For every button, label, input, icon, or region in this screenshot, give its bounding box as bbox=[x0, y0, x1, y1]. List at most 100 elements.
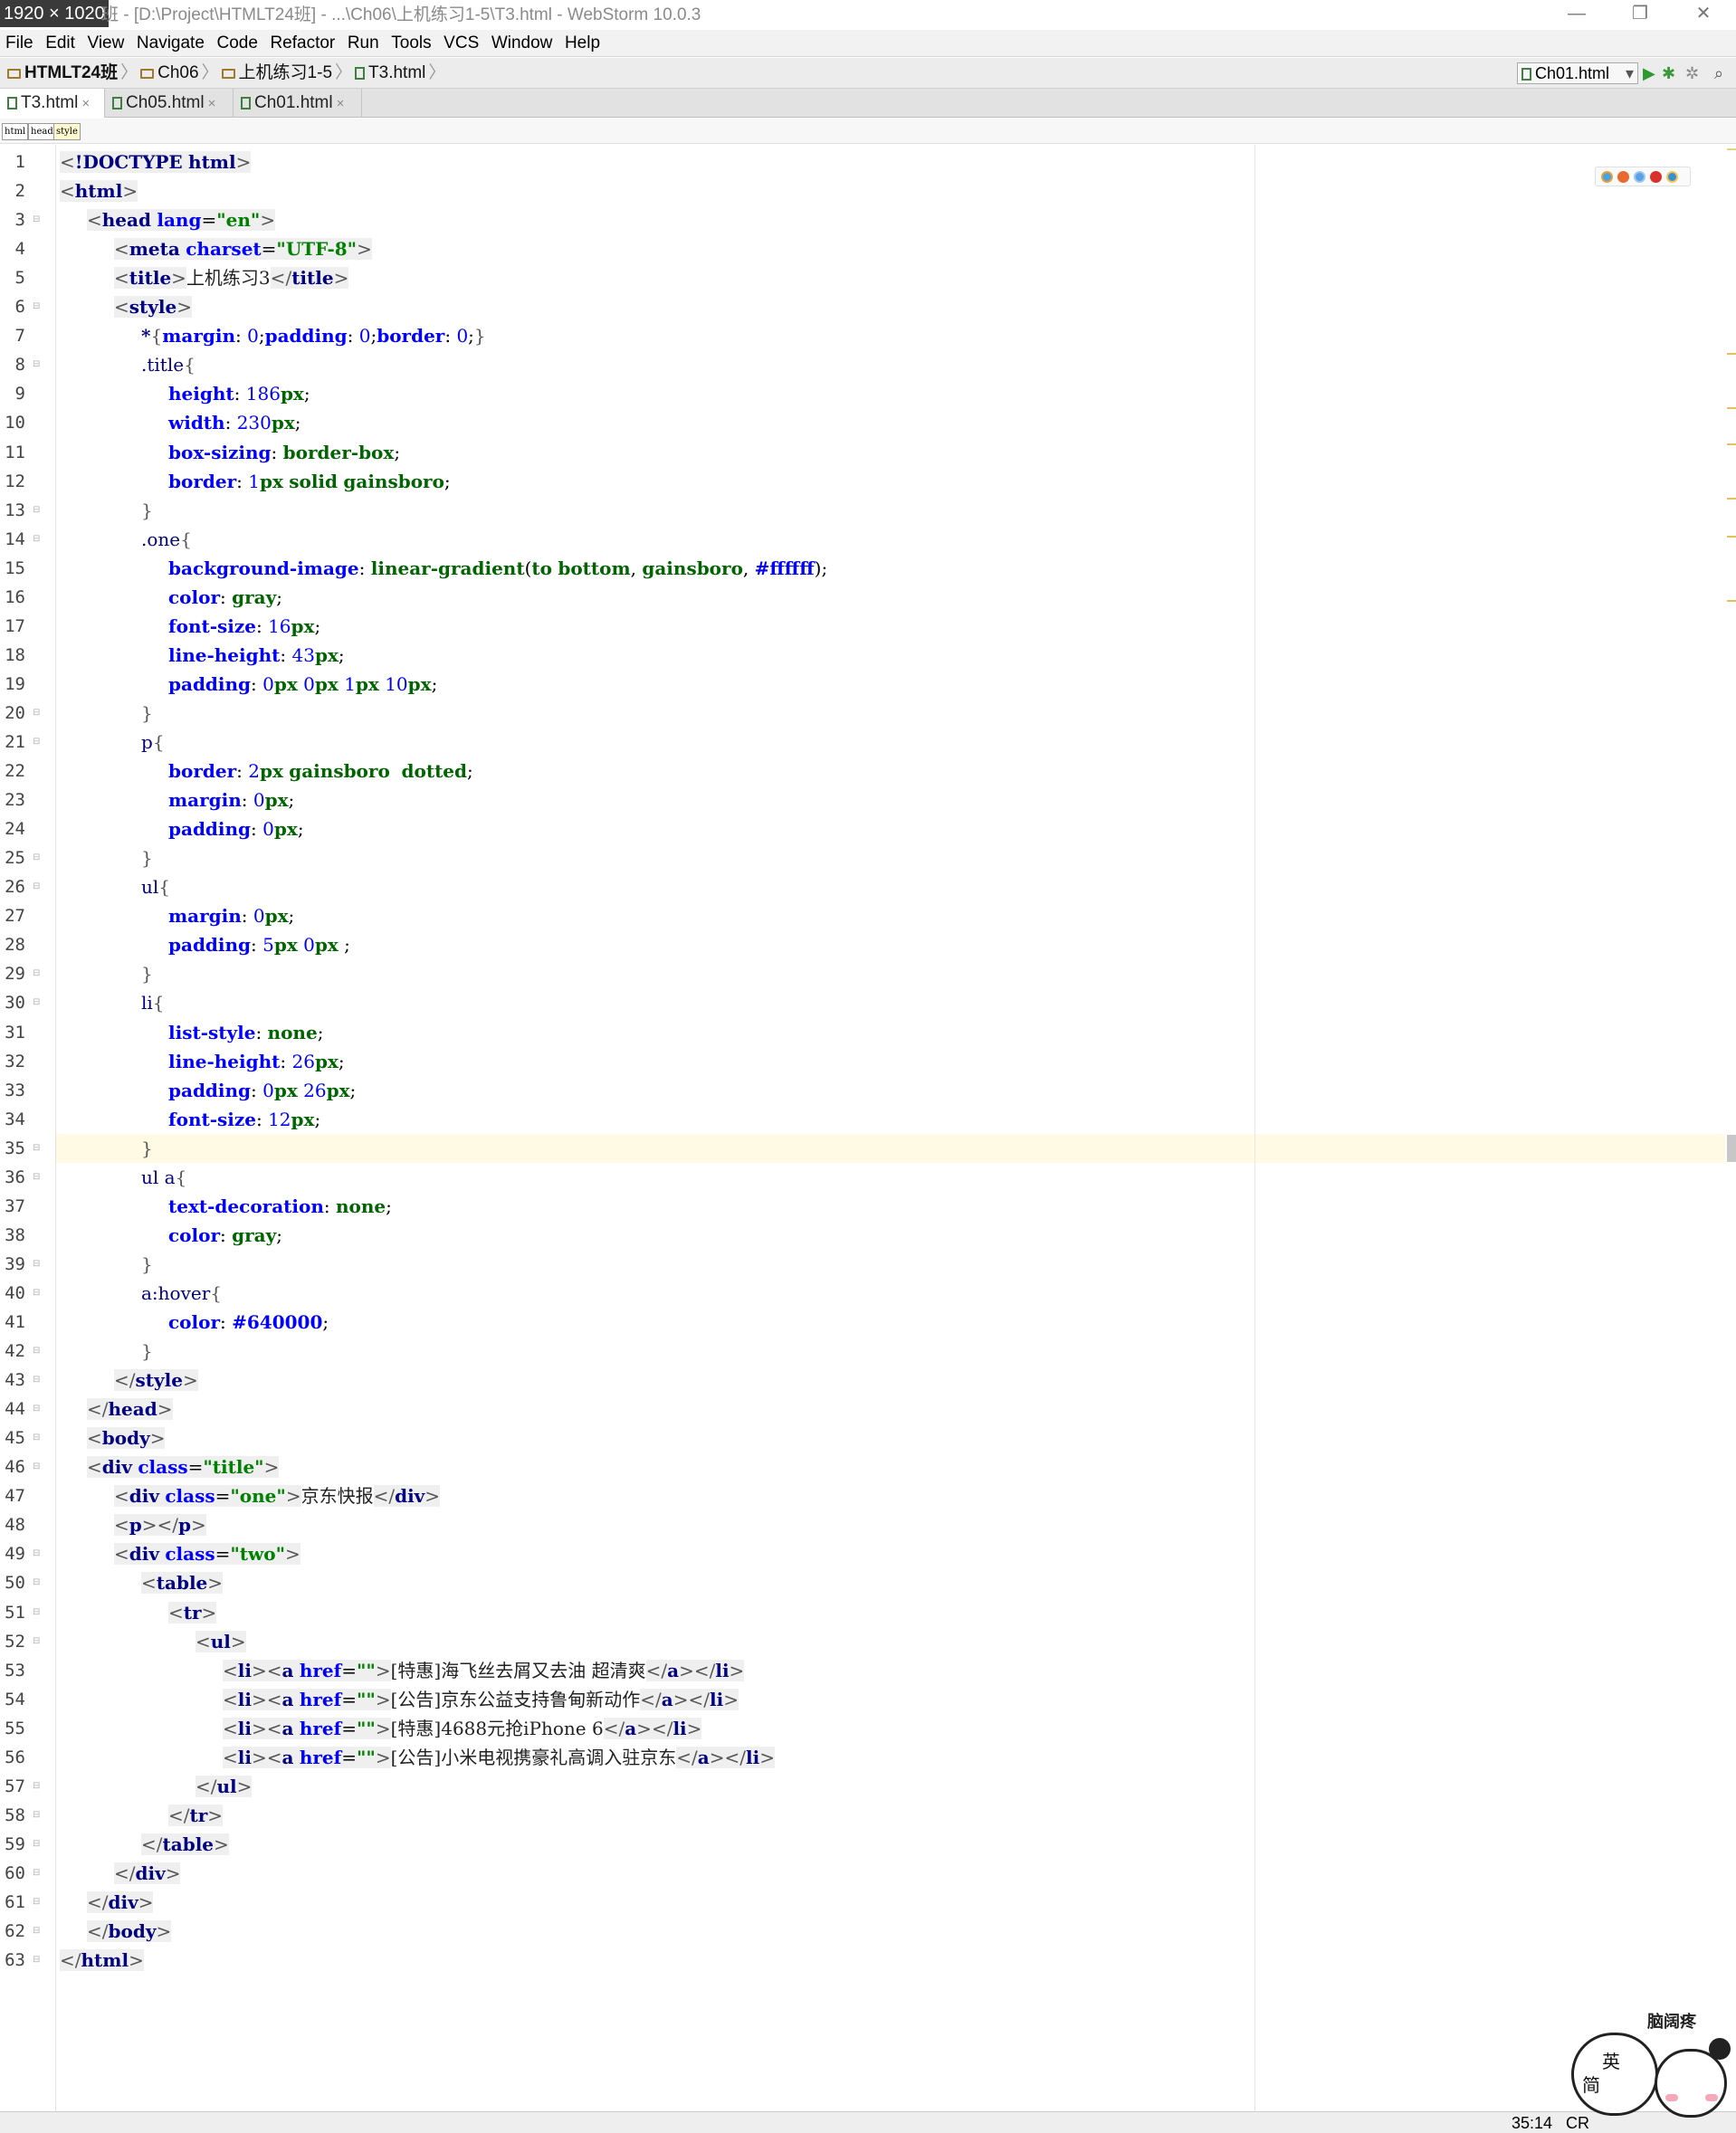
fold-marker-icon[interactable]: ⊟ bbox=[33, 205, 42, 234]
close-icon[interactable]: × bbox=[208, 96, 216, 111]
menu-navigate[interactable]: Navigate bbox=[133, 30, 208, 57]
fold-marker-icon[interactable]: ⊟ bbox=[33, 1452, 42, 1481]
code-text: } bbox=[141, 1252, 153, 1275]
fold-marker-icon[interactable]: ⊟ bbox=[33, 1801, 42, 1830]
code-text: margin: 0px; bbox=[168, 905, 295, 928]
fold-marker-icon[interactable]: ⊟ bbox=[33, 1830, 42, 1859]
menu-run[interactable]: Run bbox=[344, 30, 383, 57]
code-text: </div> bbox=[114, 1862, 181, 1884]
menu-view[interactable]: View bbox=[84, 30, 129, 57]
fold-marker-icon[interactable]: ⊟ bbox=[33, 1598, 42, 1627]
fold-marker-icon[interactable]: ⊟ bbox=[33, 1134, 42, 1163]
ie-icon[interactable] bbox=[1666, 171, 1678, 183]
fold-marker-icon[interactable]: ⊟ bbox=[33, 1337, 42, 1366]
close-button[interactable]: ✕ bbox=[1676, 0, 1731, 30]
tab-t3-html[interactable]: T3.html × bbox=[0, 89, 105, 118]
line-number: 56 bbox=[5, 1747, 25, 1767]
error-stripe-mark[interactable] bbox=[1727, 498, 1736, 500]
fold-marker-icon[interactable]: ⊟ bbox=[33, 1279, 42, 1308]
line-number: 40 bbox=[5, 1282, 25, 1303]
tab-label: T3.html bbox=[21, 93, 79, 112]
menu-vcs[interactable]: VCS bbox=[440, 30, 482, 57]
error-stripe-mark[interactable] bbox=[1727, 353, 1736, 355]
code-text: } bbox=[141, 847, 153, 870]
fold-marker-icon[interactable]: ⊟ bbox=[33, 1539, 42, 1568]
line-number: 31 bbox=[5, 1022, 25, 1043]
fold-marker-icon[interactable]: ⊟ bbox=[33, 1250, 42, 1279]
fold-marker-icon[interactable]: ⊟ bbox=[33, 1366, 42, 1395]
fold-marker-icon[interactable]: ⊟ bbox=[33, 1946, 42, 1975]
fold-marker-icon[interactable]: ⊟ bbox=[33, 1395, 42, 1424]
opera-icon[interactable] bbox=[1650, 171, 1662, 183]
fold-marker-icon[interactable]: ⊟ bbox=[33, 1772, 42, 1801]
error-stripe-mark[interactable] bbox=[1727, 536, 1736, 538]
firefox-icon[interactable] bbox=[1617, 171, 1629, 183]
navigation-bar: HTMLT24班〉 Ch06 〉上机练习1-5 〉 T3.html 〉 Ch01.html… bbox=[0, 58, 1736, 89]
chrome-icon[interactable] bbox=[1601, 171, 1613, 183]
coverage-icon[interactable]: ✲ bbox=[1685, 63, 1699, 83]
fold-marker-icon[interactable]: ⊟ bbox=[33, 350, 42, 379]
breadcrumb-file[interactable]: T3.html bbox=[368, 63, 425, 82]
fold-marker-icon[interactable]: ⊟ bbox=[33, 959, 42, 988]
fold-marker-icon[interactable]: ⊟ bbox=[33, 525, 42, 554]
tag-path-head[interactable]: head bbox=[28, 123, 56, 140]
tag-path-html[interactable]: html bbox=[2, 123, 29, 140]
menu-code[interactable]: Code bbox=[213, 30, 261, 57]
tab-ch05-html[interactable]: Ch05.html × bbox=[105, 89, 234, 118]
menu-tools[interactable]: Tools bbox=[387, 30, 434, 57]
code-text: <meta charset="UTF-8"> bbox=[114, 238, 372, 261]
fold-marker-icon[interactable]: ⊟ bbox=[33, 1627, 42, 1656]
fold-marker-icon[interactable]: ⊟ bbox=[33, 1917, 42, 1946]
error-stripe-mark[interactable] bbox=[1727, 443, 1736, 445]
fold-marker-icon[interactable]: ⊟ bbox=[33, 988, 42, 1017]
code-text: <ul> bbox=[196, 1630, 246, 1652]
debug-icon[interactable]: ✱ bbox=[1662, 63, 1675, 83]
line-number: 41 bbox=[5, 1312, 25, 1332]
code-text: <!DOCTYPE html> bbox=[60, 151, 252, 173]
sticker-char-ying: 英 bbox=[1602, 2052, 1620, 2072]
run-icon[interactable]: ▶ bbox=[1643, 63, 1655, 83]
code-text: background-image: linear-gradient(to bot… bbox=[168, 557, 828, 579]
fold-marker-icon[interactable]: ⊟ bbox=[33, 728, 42, 757]
tab-ch01-html[interactable]: Ch01.html × bbox=[234, 89, 362, 118]
fold-marker-icon[interactable]: ⊟ bbox=[33, 1888, 42, 1917]
code-text: line-height: 43px; bbox=[168, 643, 345, 666]
error-stripe-mark[interactable] bbox=[1727, 148, 1736, 150]
safari-icon[interactable] bbox=[1634, 171, 1645, 183]
line-number: 44 bbox=[5, 1399, 25, 1420]
fold-marker-icon[interactable]: ⊟ bbox=[33, 496, 42, 525]
breadcrumb-folder-exercise[interactable]: 上机练习1-5 bbox=[239, 63, 332, 82]
close-icon[interactable]: × bbox=[81, 96, 90, 111]
fold-marker-icon[interactable]: ⊟ bbox=[33, 292, 42, 321]
breadcrumb-project[interactable]: HTMLT24班 bbox=[24, 63, 118, 82]
scroll-position-mark[interactable] bbox=[1727, 1135, 1736, 1162]
search-icon[interactable]: ⌕ bbox=[1714, 63, 1723, 83]
tag-path-style[interactable]: style bbox=[53, 123, 81, 140]
code-text: font-size: 16px; bbox=[168, 614, 321, 637]
cursor-position[interactable]: 35:14 bbox=[1512, 2112, 1552, 2133]
menu-edit[interactable]: Edit bbox=[42, 30, 79, 57]
fold-marker-icon[interactable]: ⊟ bbox=[33, 872, 42, 901]
menu-file[interactable]: File bbox=[0, 30, 37, 57]
breadcrumb-folder-ch06[interactable]: Ch06 bbox=[157, 63, 198, 82]
error-stripe-mark[interactable] bbox=[1727, 600, 1736, 602]
error-stripe-mark[interactable] bbox=[1727, 407, 1736, 409]
run-configuration-select[interactable]: Ch01.html ▾ bbox=[1517, 62, 1638, 84]
menu-help[interactable]: Help bbox=[561, 30, 604, 57]
code-text: <div class="one">京东快报</div> bbox=[114, 1485, 441, 1508]
editor-scrollbar[interactable] bbox=[1725, 145, 1736, 2111]
restore-button[interactable]: ❐ bbox=[1613, 0, 1667, 30]
breadcrumb-separator: 〉 bbox=[120, 63, 138, 82]
fold-marker-icon[interactable]: ⊟ bbox=[33, 843, 42, 872]
menu-window[interactable]: Window bbox=[488, 30, 557, 57]
fold-marker-icon[interactable]: ⊟ bbox=[33, 1163, 42, 1192]
line-number: 54 bbox=[5, 1689, 25, 1709]
menu-refactor[interactable]: Refactor bbox=[266, 30, 339, 57]
fold-marker-icon[interactable]: ⊟ bbox=[33, 1424, 42, 1452]
fold-marker-icon[interactable]: ⊟ bbox=[33, 699, 42, 728]
close-icon[interactable]: × bbox=[337, 96, 345, 111]
fold-marker-icon[interactable]: ⊟ bbox=[33, 1568, 42, 1597]
fold-marker-icon[interactable]: ⊟ bbox=[33, 1859, 42, 1888]
code-editor[interactable]: 1 <!DOCTYPE html> 2 <html> 3 <head lang="en">… bbox=[0, 145, 1736, 2111]
minimize-button[interactable]: — bbox=[1550, 0, 1604, 30]
